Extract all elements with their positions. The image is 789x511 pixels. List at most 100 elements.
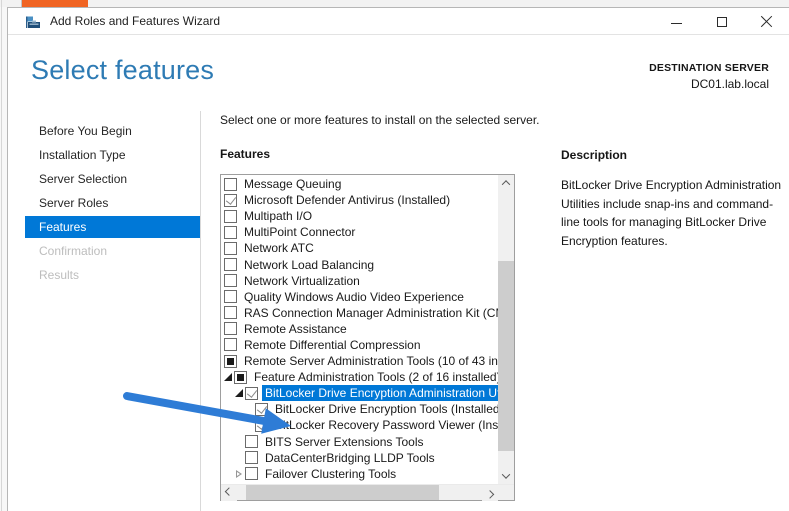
background-accent-bar [22,0,88,7]
feature-checkbox[interactable] [245,467,258,480]
add-roles-features-wizard-window: Add Roles and Features Wizard Select fea… [7,7,789,511]
tree-expanded-icon[interactable] [233,389,245,397]
feature-label: Microsoft Defender Antivirus (Installed) [242,192,452,208]
scroll-left-button[interactable] [221,485,237,501]
feature-label: BitLocker Recovery Password Viewer (Inst… [273,417,498,433]
feature-label: Network ATC [242,240,316,256]
feature-checkbox[interactable] [224,194,237,207]
description-text: BitLocker Drive Encryption Administratio… [561,176,783,250]
features-list-label: Features [220,147,270,161]
feature-label: DataCenterBridging LLDP Tools [263,450,437,466]
feature-checkbox[interactable] [224,355,237,368]
feature-row-multipath-io[interactable]: Multipath I/O [221,208,498,224]
feature-checkbox[interactable] [255,419,268,432]
nav-item-server-selection[interactable]: Server Selection [25,168,200,190]
instruction-text: Select one or more features to install o… [220,113,540,127]
feature-row-ras-cmak[interactable]: RAS Connection Manager Administration Ki… [221,305,498,321]
feature-row-bitlocker-recovery-password-viewer[interactable]: BitLocker Recovery Password Viewer (Inst… [221,417,498,433]
scroll-down-button[interactable] [498,468,514,484]
tree-expanded-icon[interactable] [222,373,234,381]
minimize-icon [671,23,682,24]
feature-row-feature-admin-tools[interactable]: Feature Administration Tools (2 of 16 in… [221,369,498,385]
horizontal-scrollbar[interactable] [221,485,498,500]
title-bar: Add Roles and Features Wizard [8,8,789,35]
feature-checkbox[interactable] [224,226,237,239]
feature-label: Quality Windows Audio Video Experience [242,289,466,305]
feature-row-multipoint-connector[interactable]: MultiPoint Connector [221,224,498,240]
horizontal-scroll-thumb[interactable] [246,485,439,500]
feature-checkbox[interactable] [224,178,237,191]
feature-checkbox[interactable] [224,210,237,223]
feature-checkbox[interactable] [255,403,268,416]
feature-row-quality-windows-audio-video[interactable]: Quality Windows Audio Video Experience [221,289,498,305]
feature-label: Network Load Balancing [242,257,376,273]
feature-label: BitLocker Drive Encryption Tools (Instal… [273,401,498,417]
feature-row-bitlocker-drive-encryption-tools[interactable]: BitLocker Drive Encryption Tools (Instal… [221,401,498,417]
close-button[interactable] [744,8,789,35]
scroll-left-icon [225,487,233,495]
feature-row-microsoft-defender[interactable]: Microsoft Defender Antivirus (Installed) [221,192,498,208]
feature-row-rsat[interactable]: Remote Server Administration Tools (10 o… [221,353,498,369]
feature-row-failover-clustering-tools[interactable]: Failover Clustering Tools [221,466,498,482]
feature-label: Feature Administration Tools (2 of 16 in… [252,369,498,385]
scroll-up-icon [502,180,510,188]
feature-label: BitLocker Drive Encryption Administratio… [262,385,498,401]
feature-checkbox[interactable] [234,371,247,384]
nav-item-server-roles[interactable]: Server Roles [25,192,200,214]
feature-row-network-load-balancing[interactable]: Network Load Balancing [221,256,498,272]
feature-row-bits-server-extensions[interactable]: BITS Server Extensions Tools [221,434,498,450]
feature-label: Remote Differential Compression [242,337,423,353]
vertical-scroll-track[interactable] [498,191,514,468]
scrollbar-corner [498,485,514,500]
scroll-down-icon [502,470,510,478]
feature-checkbox[interactable] [224,242,237,255]
wizard-steps-nav: Before You Begin Installation Type Serve… [8,120,200,288]
feature-checkbox[interactable] [224,258,237,271]
close-icon [760,15,773,28]
feature-checkbox[interactable] [245,451,258,464]
sidebar-separator [200,111,201,511]
feature-row-remote-assistance[interactable]: Remote Assistance [221,321,498,337]
feature-checkbox[interactable] [224,290,237,303]
feature-label: Failover Clustering Tools [263,466,398,482]
vertical-scrollbar[interactable] [498,175,514,484]
destination-server-name: DC01.lab.local [649,77,769,91]
description-heading: Description [561,148,783,162]
nav-item-installation-type[interactable]: Installation Type [25,144,200,166]
feature-checkbox[interactable] [224,338,237,351]
maximize-button[interactable] [699,8,744,35]
background-window-edge [0,0,789,7]
feature-checkbox[interactable] [224,322,237,335]
feature-label: Network Virtualization [242,273,362,289]
maximize-icon [717,17,727,27]
scroll-up-button[interactable] [498,175,514,191]
feature-row-datacenterbridging-lldp[interactable]: DataCenterBridging LLDP Tools [221,450,498,466]
nav-item-results: Results [25,264,200,286]
page-title: Select features [31,55,214,86]
nav-item-features[interactable]: Features [25,216,200,238]
feature-label: Remote Server Administration Tools (10 o… [242,353,498,369]
feature-label: BITS Server Extensions Tools [263,434,426,450]
features-list: Message Queuing Microsoft Defender Antiv… [220,174,515,501]
minimize-button[interactable] [654,8,699,35]
scroll-right-button[interactable] [482,485,498,501]
wizard-icon [25,14,41,30]
horizontal-scroll-track[interactable] [237,485,482,500]
feature-checkbox[interactable] [224,306,237,319]
nav-item-before-you-begin[interactable]: Before You Begin [25,120,200,142]
features-rows: Message Queuing Microsoft Defender Antiv… [221,175,498,484]
nav-item-confirmation: Confirmation [25,240,200,262]
feature-checkbox[interactable] [245,387,258,400]
feature-checkbox[interactable] [224,274,237,287]
feature-row-network-atc[interactable]: Network ATC [221,240,498,256]
feature-row-bitlocker-admin-utilities[interactable]: BitLocker Drive Encryption Administratio… [221,385,498,401]
tree-collapsed-icon[interactable] [233,470,245,478]
feature-row-message-queuing[interactable]: Message Queuing [221,176,498,192]
feature-row-network-virtualization[interactable]: Network Virtualization [221,273,498,289]
background-window-border [1,0,2,511]
feature-row-remote-differential-compression[interactable]: Remote Differential Compression [221,337,498,353]
feature-checkbox[interactable] [245,435,258,448]
vertical-scroll-thumb[interactable] [498,261,514,451]
feature-label: Remote Assistance [242,321,349,337]
window-controls [654,8,789,35]
